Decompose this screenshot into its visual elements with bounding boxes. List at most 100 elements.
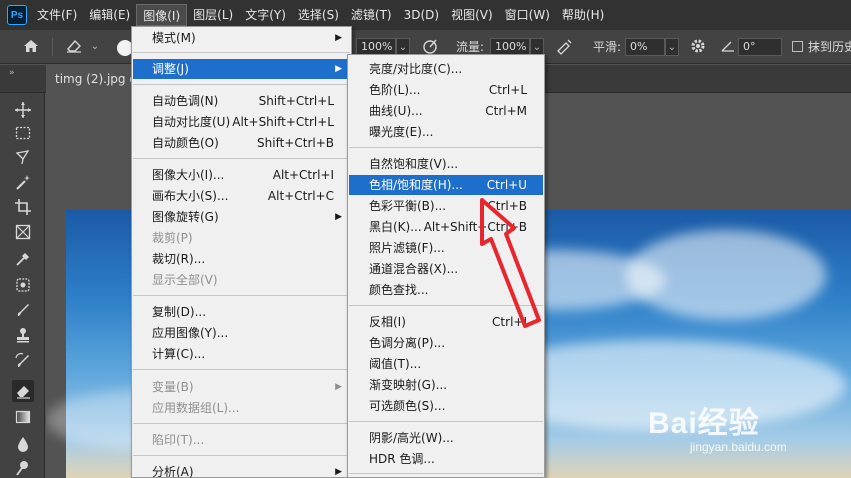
- menu-item-shortcut: Ctrl+L: [488, 83, 527, 97]
- eraser-tool-preset-icon[interactable]: [64, 37, 84, 57]
- menu-item-shortcut: Ctrl+M: [485, 104, 527, 118]
- menu-item-label: 模式(M): [152, 31, 196, 45]
- menu-item-apply-data-set[interactable]: 应用数据组(L)...: [133, 398, 350, 418]
- menu-separator: [349, 147, 543, 148]
- menu-item-trap[interactable]: 陷印(T)...: [133, 430, 350, 450]
- menu-item-duplicate[interactable]: 复制(D)...: [133, 302, 350, 322]
- menu-item-auto-tone[interactable]: 自动色调(N) Shift+Ctrl+L: [133, 91, 350, 111]
- menu-item-color-balance[interactable]: 色彩平衡(B)... Ctrl+B: [349, 196, 543, 216]
- frame-tool-icon[interactable]: [12, 221, 34, 243]
- menu-item-hue-saturation[interactable]: 色相/饱和度(H)... Ctrl+U: [349, 175, 543, 195]
- menu-view[interactable]: 视图(V): [445, 4, 499, 26]
- menu-item-threshold[interactable]: 阈值(T)...: [349, 354, 543, 374]
- menu-item-image-rotation[interactable]: 图像旋转(G) ▶: [133, 207, 350, 227]
- cloud: [626, 230, 826, 320]
- healing-brush-tool-icon[interactable]: [12, 274, 34, 296]
- menu-separator: [133, 423, 350, 424]
- menu-item-adjustments[interactable]: 调整(J) ▶: [133, 59, 350, 79]
- menu-item-analysis[interactable]: 分析(A) ▶: [133, 462, 350, 478]
- dodge-tool-icon[interactable]: [12, 457, 34, 478]
- menu-item-label: 色相/饱和度(H)...: [369, 178, 463, 192]
- menu-item-reveal-all[interactable]: 显示全部(V): [133, 270, 350, 290]
- menu-item-auto-color[interactable]: 自动颜色(O) Shift+Ctrl+B: [133, 133, 350, 153]
- menu-item-black-white[interactable]: 黑白(K)... Alt+Shift+Ctrl+B: [349, 217, 543, 237]
- menu-item-curves[interactable]: 曲线(U)... Ctrl+M: [349, 101, 543, 121]
- eyedropper-tool-icon[interactable]: [12, 248, 34, 270]
- menu-item-label: 黑白(K)...: [369, 220, 422, 234]
- menu-item-shadows-highlights[interactable]: 阴影/高光(W)...: [349, 428, 543, 448]
- menu-separator: [349, 421, 543, 422]
- menu-item-channel-mixer[interactable]: 通道混合器(X)...: [349, 259, 543, 279]
- home-icon[interactable]: [22, 37, 40, 57]
- menu-item-color-lookup[interactable]: 颜色查找...: [349, 280, 543, 300]
- menu-item-auto-contrast[interactable]: 自动对比度(U) Alt+Shift+Ctrl+L: [133, 112, 350, 132]
- menu-item-shortcut: Alt+Ctrl+I: [272, 168, 334, 182]
- eraser-tool-icon[interactable]: [12, 380, 34, 402]
- menu-item-variables[interactable]: 变量(B) ▶: [133, 377, 350, 397]
- checkbox-box[interactable]: [792, 41, 803, 52]
- chevron-down-icon[interactable]: ⌄: [88, 38, 102, 56]
- menu-file[interactable]: 文件(F): [31, 4, 83, 26]
- menu-separator: [133, 369, 350, 370]
- angle-icon: [720, 37, 736, 57]
- submenu-arrow-icon: ▶: [335, 382, 342, 392]
- history-brush-tool-icon[interactable]: [12, 350, 34, 372]
- move-tool-icon[interactable]: [12, 99, 34, 121]
- submenu-arrow-icon: ▶: [335, 467, 342, 477]
- angle-input[interactable]: 0°: [738, 38, 782, 56]
- crop-tool-icon[interactable]: [12, 196, 34, 218]
- marquee-tool-icon[interactable]: [12, 122, 34, 144]
- smoothing-dropdown-icon[interactable]: ⌄: [665, 38, 679, 56]
- menu-item-canvas-size[interactable]: 画布大小(S)... Alt+Ctrl+C: [133, 186, 350, 206]
- gear-icon[interactable]: [689, 37, 707, 57]
- menu-item-label: 阴影/高光(W)...: [369, 431, 454, 445]
- menu-item-gradient-map[interactable]: 渐变映射(G)...: [349, 375, 543, 395]
- menu-layer[interactable]: 图层(L): [187, 4, 239, 26]
- airbrush-icon[interactable]: [554, 37, 574, 57]
- gradient-tool-icon[interactable]: [12, 406, 34, 428]
- menu-item-label: 自动色调(N): [152, 94, 219, 108]
- menu-image[interactable]: 图像(I): [136, 4, 188, 26]
- document-tab[interactable]: timg (2).jpg @: [46, 65, 136, 93]
- menu-select[interactable]: 选择(S): [292, 4, 345, 26]
- menu-item-label: 色彩平衡(B)...: [369, 199, 447, 213]
- smoothing-input[interactable]: 0%: [625, 38, 665, 56]
- menu-item-invert[interactable]: 反相(I) Ctrl+I: [349, 312, 543, 332]
- clone-stamp-tool-icon[interactable]: [12, 324, 34, 346]
- menu-window[interactable]: 窗口(W): [499, 4, 556, 26]
- menu-item-label: 通道混合器(X)...: [369, 262, 459, 276]
- menu-item-exposure[interactable]: 曝光度(E)...: [349, 122, 543, 142]
- submenu-arrow-icon: ▶: [335, 64, 342, 74]
- menu-item-brightness-contrast[interactable]: 亮度/对比度(C)...: [349, 59, 543, 79]
- menu-item-label: 计算(C)...: [152, 347, 206, 361]
- brush-tool-icon[interactable]: [12, 299, 34, 321]
- collapse-panel-icon[interactable]: »: [9, 68, 15, 78]
- menu-type[interactable]: 文字(Y): [239, 4, 292, 26]
- blur-tool-icon[interactable]: [12, 433, 34, 455]
- menu-item-label: 渐变映射(G)...: [369, 378, 448, 392]
- menu-item-label: 陷印(T)...: [152, 433, 205, 447]
- menu-separator: [133, 158, 350, 159]
- menu-item-label: 显示全部(V): [152, 273, 218, 287]
- menu-edit[interactable]: 编辑(E): [83, 4, 136, 26]
- menu-item-photo-filter[interactable]: 照片滤镜(F)...: [349, 238, 543, 258]
- erase-to-history-checkbox[interactable]: 抹到历史: [792, 37, 851, 57]
- menu-item-image-size[interactable]: 图像大小(I)... Alt+Ctrl+I: [133, 165, 350, 185]
- menu-item-posterize[interactable]: 色调分离(P)...: [349, 333, 543, 353]
- menu-filter[interactable]: 滤镜(T): [345, 4, 398, 26]
- menu-item-hdr-toning[interactable]: HDR 色调...: [349, 449, 543, 469]
- magic-wand-tool-icon[interactable]: [12, 171, 34, 193]
- menu-item-mode[interactable]: 模式(M) ▶: [133, 28, 350, 48]
- menu-item-apply-image[interactable]: 应用图像(Y)...: [133, 323, 350, 343]
- menu-item-label: 色调分离(P)...: [369, 336, 446, 350]
- lasso-tool-icon[interactable]: [12, 146, 34, 168]
- smoothing-label: 平滑:: [593, 40, 622, 54]
- menu-item-selective-color[interactable]: 可选颜色(S)...: [349, 396, 543, 416]
- menu-3d[interactable]: 3D(D): [398, 4, 445, 26]
- menu-item-trim[interactable]: 裁切(R)...: [133, 249, 350, 269]
- menu-item-crop[interactable]: 裁剪(P): [133, 228, 350, 248]
- menu-help[interactable]: 帮助(H): [556, 4, 610, 26]
- menu-item-vibrance[interactable]: 自然饱和度(V)...: [349, 154, 543, 174]
- menu-item-calculations[interactable]: 计算(C)...: [133, 344, 350, 364]
- menu-item-levels[interactable]: 色阶(L)... Ctrl+L: [349, 80, 543, 100]
